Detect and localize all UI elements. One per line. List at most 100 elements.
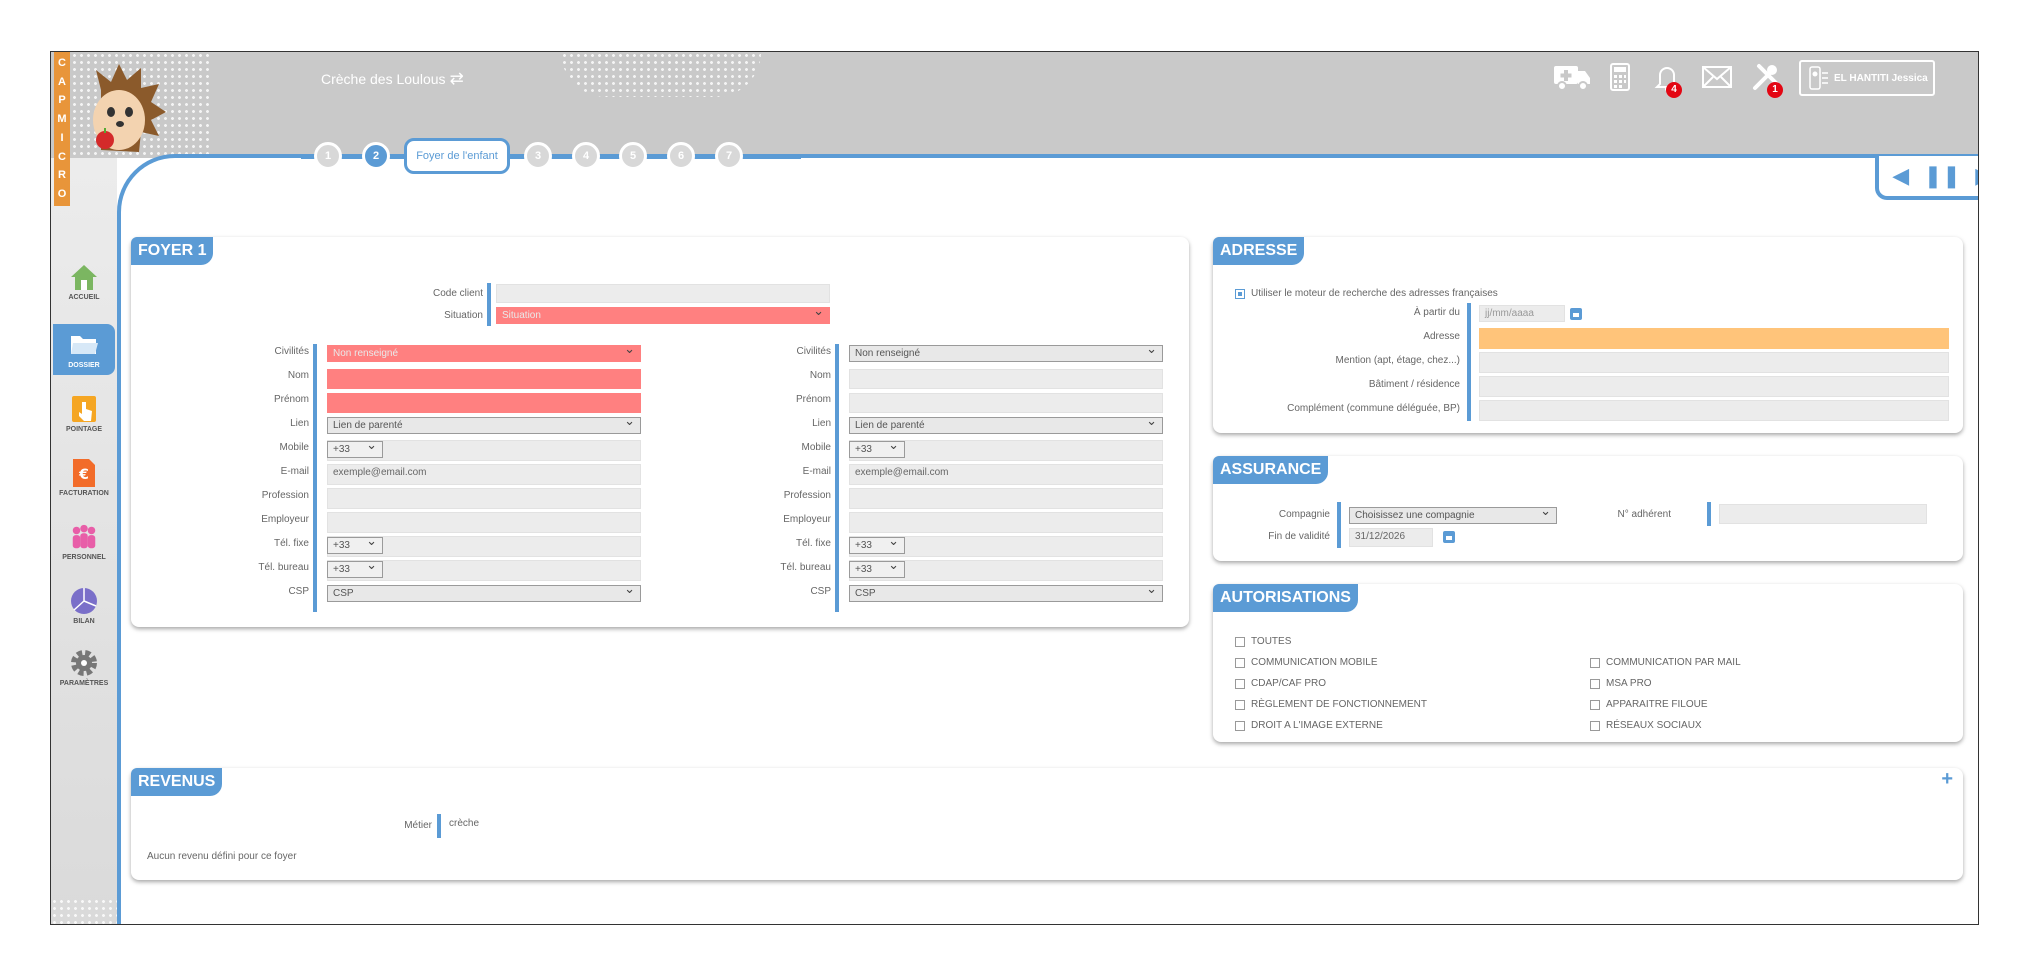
autorisation-checkbox[interactable]: MSA PRO [1590, 678, 1652, 689]
lien-select[interactable]: Lien de parenté [327, 417, 641, 434]
autorisation-checkbox[interactable]: DROIT A L'IMAGE EXTERNE [1235, 720, 1383, 731]
step-4[interactable]: 4 [572, 142, 600, 170]
adresse-title: ADRESSE [1213, 237, 1305, 265]
mention-input[interactable] [1479, 352, 1949, 373]
nom-label: Nom [287, 370, 309, 381]
a-partir-input[interactable]: jj/mm/aaaa [1479, 305, 1565, 322]
creche-selector[interactable]: Crèche des Loulous ⇄ [321, 69, 464, 89]
prenom-label: Prénom [795, 394, 831, 405]
sidebar-item-dossier[interactable]: DOSSIER [53, 324, 115, 375]
calendar-icon[interactable] [1570, 308, 1582, 320]
add-revenu-button[interactable]: + [1941, 768, 1953, 791]
civilites-select[interactable]: Non renseigné [849, 345, 1163, 362]
adherent-input[interactable] [1719, 504, 1927, 524]
email-input[interactable]: exemple@email.com [327, 464, 641, 485]
sidebar-item-facturation[interactable]: € FACTURATION [53, 458, 115, 497]
sidebar-item-personnel[interactable]: PERSONNEL [53, 522, 115, 561]
field-bar [835, 344, 839, 612]
previous-icon[interactable]: ◀ [1892, 165, 1909, 187]
checkbox-box [1590, 720, 1600, 731]
svg-text:€: € [78, 467, 89, 483]
hedgehog-mascot-icon [93, 64, 166, 152]
checkbox-box [1235, 720, 1245, 731]
email-input[interactable]: exemple@email.com [849, 464, 1163, 485]
checkbox-box [1235, 657, 1245, 668]
tel-bureau-code-select[interactable]: +33 [849, 561, 905, 578]
civilites-select[interactable]: Non renseigné [327, 345, 641, 362]
sidebar-item-pointage[interactable]: POINTAGE [53, 394, 115, 433]
mobile-code-select[interactable]: +33 [849, 441, 905, 458]
mobile-label: Mobile [279, 442, 309, 453]
invoice-icon: € [73, 459, 95, 487]
civilites-label: Civilités [274, 346, 309, 357]
step-3[interactable]: 3 [524, 142, 552, 170]
autorisation-checkbox[interactable]: COMMUNICATION PAR MAIL [1590, 657, 1741, 668]
field-bar [437, 814, 441, 838]
employeur-input[interactable] [327, 512, 641, 533]
user-button[interactable]: EL HANTITI Jessica [1799, 60, 1935, 96]
foyer-title: FOYER 1 [131, 237, 214, 265]
lien-select[interactable]: Lien de parenté [849, 417, 1163, 434]
pause-icon[interactable]: ❚❚ [1924, 165, 1961, 187]
next-icon[interactable]: ▶ [1975, 165, 1978, 187]
profession-input[interactable] [327, 488, 641, 509]
revenus-panel: REVENUS + Métier crèche Aucun revenu déf… [131, 768, 1963, 880]
prenom-input[interactable] [327, 393, 641, 413]
tel-fixe-code-select[interactable]: +33 [849, 537, 905, 554]
step-2[interactable]: 2 [362, 142, 390, 170]
sidebar-item-parametres[interactable]: PARAMÈTRES [53, 648, 115, 687]
adherent-label: N° adhérent [1617, 509, 1671, 520]
record-navigation: ◀ ❚❚ ▶ [1875, 156, 1978, 200]
notification-badge: 4 [1666, 82, 1682, 98]
calculator-icon[interactable] [1609, 62, 1631, 92]
situation-select[interactable]: Situation [496, 307, 830, 324]
tel-bureau-label: Tél. bureau [780, 562, 831, 573]
sidebar-item-bilan[interactable]: BILAN [53, 586, 115, 625]
compagnie-select[interactable]: Choisissez une compagnie [1349, 507, 1557, 524]
prenom-label: Prénom [273, 394, 309, 405]
step-1[interactable]: 1 [314, 142, 342, 170]
tel-bureau-code-select[interactable]: +33 [327, 561, 383, 578]
ambulance-icon[interactable] [1553, 62, 1591, 92]
code-client-label: Code client [432, 288, 483, 299]
checkbox-box [1235, 636, 1245, 647]
prenom-input[interactable] [849, 393, 1163, 413]
csp-select[interactable]: CSP [849, 585, 1163, 602]
checkbox-box [1590, 678, 1600, 689]
step-5[interactable]: 5 [619, 142, 647, 170]
toutes-checkbox[interactable]: TOUTES [1235, 636, 1291, 647]
batiment-input[interactable] [1479, 376, 1949, 397]
step-6[interactable]: 6 [667, 142, 695, 170]
moteur-checkbox[interactable]: Utiliser le moteur de recherche des adre… [1235, 288, 1498, 299]
csp-select[interactable]: CSP [327, 585, 641, 602]
fin-validite-input[interactable]: 31/12/2026 [1349, 528, 1433, 547]
tel-bureau-label: Tél. bureau [258, 562, 309, 573]
nom-input[interactable] [327, 369, 641, 389]
tel-fixe-label: Tél. fixe [273, 538, 309, 549]
step-7[interactable]: 7 [715, 142, 743, 170]
employeur-input[interactable] [849, 512, 1163, 533]
profession-input[interactable] [849, 488, 1163, 509]
mail-icon[interactable] [1701, 62, 1733, 92]
autorisation-checkbox[interactable]: COMMUNICATION MOBILE [1235, 657, 1377, 668]
step-current[interactable]: Foyer de l'enfant [404, 138, 510, 174]
tel-fixe-code-select[interactable]: +33 [327, 537, 383, 554]
compagnie-label: Compagnie [1278, 509, 1330, 520]
autorisation-checkbox[interactable]: APPARAITRE FILOUE [1590, 699, 1708, 710]
calendar-icon[interactable] [1443, 531, 1455, 543]
autorisation-checkbox[interactable]: CDAP/CAF PRO [1235, 678, 1326, 689]
autorisation-checkbox[interactable]: RÈGLEMENT DE FONCTIONNEMENT [1235, 699, 1427, 710]
tel-fixe-label: Tél. fixe [795, 538, 831, 549]
nom-input[interactable] [849, 369, 1163, 389]
field-bar [1337, 502, 1341, 548]
code-client-input[interactable] [496, 284, 830, 303]
sidebar-item-accueil[interactable]: ACCUEIL [53, 262, 115, 301]
situation-label: Situation [444, 310, 483, 321]
adresse-input[interactable] [1479, 328, 1949, 349]
field-bar [1467, 303, 1471, 421]
autorisation-checkbox[interactable]: RÉSEAUX SOCIAUX [1590, 720, 1702, 731]
checkbox-box [1235, 288, 1245, 299]
complement-input[interactable] [1479, 400, 1949, 421]
mobile-code-select[interactable]: +33 [327, 441, 383, 458]
tools-badge: 1 [1767, 82, 1783, 98]
